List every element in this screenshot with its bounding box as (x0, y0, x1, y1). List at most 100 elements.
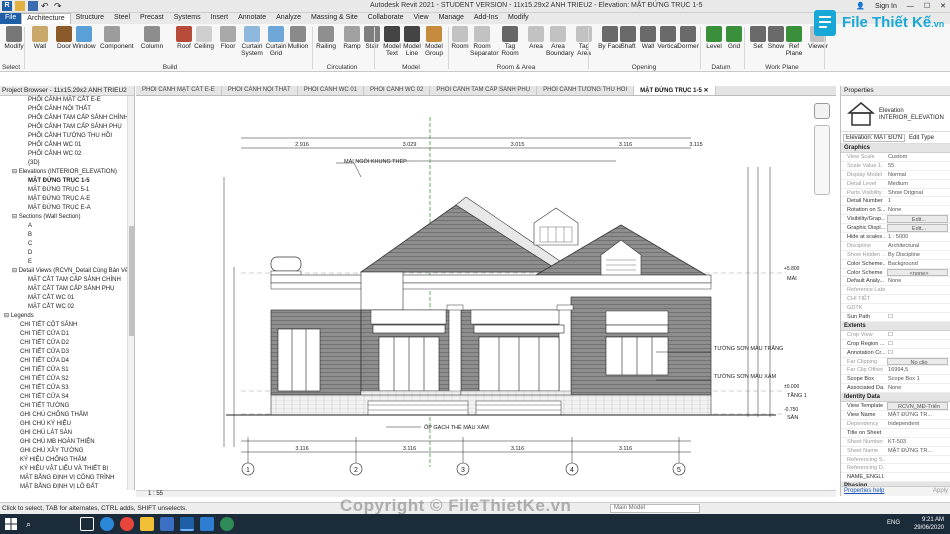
browser-item[interactable]: MẶT CẮT TAM CẤP SẢNH CHÍNH (0, 276, 134, 285)
file-explorer-icon[interactable] (140, 517, 154, 531)
property-row[interactable]: Show Hidden ... By Discipline (841, 251, 950, 260)
property-edit-button[interactable]: No clip (887, 357, 948, 366)
type-selector[interactable]: Elevation INTERIOR_ELEVATION (841, 96, 950, 132)
property-value[interactable]: KT-503 (885, 438, 950, 446)
redo-icon[interactable]: ↷ (54, 1, 64, 11)
instance-filter[interactable]: Elevation: MẶT ĐỨN Edit Type (841, 132, 950, 144)
tool-component-button[interactable]: Component (100, 26, 134, 50)
tool-area-button[interactable]: Area (524, 26, 548, 50)
close-icon[interactable]: ✕ (940, 2, 946, 10)
browser-item[interactable]: GHI CHÚ LÁT SÀN (0, 429, 134, 438)
property-row[interactable]: Rotation on S... None (841, 206, 950, 216)
browser-item[interactable]: GHI CHÚ CHỐNG THẤM (0, 411, 134, 420)
tool-area-boundary-button[interactable]: Area Boundary (546, 26, 574, 57)
view-tab[interactable]: PHỐI CẢNH WC 01 (298, 86, 365, 95)
tool-wall-button[interactable]: Wall (28, 26, 52, 50)
ribbon-tab-systems[interactable]: Systems (169, 13, 206, 24)
browser-item[interactable]: GHI CHÚ XÂY TƯỜNG (0, 447, 134, 456)
browser-item[interactable]: PHỐI CẢNH NỘI THẤT (0, 105, 134, 114)
property-value[interactable]: Scope Box 1 (885, 375, 950, 383)
property-row[interactable]: Default Analy... None (841, 277, 950, 287)
property-row[interactable]: Title on Sheet (841, 429, 950, 438)
view-tab[interactable]: PHỐI CẢNH WC 02 (364, 86, 431, 95)
open-icon[interactable] (15, 1, 25, 11)
property-row[interactable]: GDTK (841, 304, 950, 314)
browser-item[interactable]: {3D} (0, 159, 134, 168)
property-value[interactable] (885, 304, 950, 312)
property-edit-button[interactable]: <none> (887, 268, 948, 277)
property-row[interactable]: Scale Value 1: 55 (841, 162, 950, 171)
browser-item[interactable]: C (0, 240, 134, 249)
property-row[interactable]: Color Scheme... Background (841, 260, 950, 269)
tool-ref-plane-button[interactable]: Ref Plane (782, 26, 806, 57)
expand-toggle-icon[interactable]: ⊟ (12, 268, 19, 274)
photos-icon[interactable] (200, 517, 214, 531)
ribbon-tab-insert[interactable]: Insert (206, 13, 234, 24)
property-row[interactable]: Discipline Architectural (841, 242, 950, 251)
browser-item[interactable]: CHI TIẾT CỘT SẢNH (0, 321, 134, 330)
tool-column-button[interactable]: Column (140, 26, 164, 50)
browser-item[interactable]: CHI TIẾT CỬA D1 (0, 330, 134, 339)
browser-item[interactable]: PHỐI CẢNH TƯỜNG THU HỒI (0, 132, 134, 141)
ribbon-tab-add-ins[interactable]: Add-Ins (469, 13, 503, 24)
ribbon-tab-modify[interactable]: Modify (503, 13, 534, 24)
level-1-label[interactable]: TẦNG 1 (787, 392, 807, 399)
browser-item[interactable]: ⊟ Elevations (INTERIOR_ELEVATION) (0, 168, 134, 177)
property-row[interactable]: Display Model Normal (841, 171, 950, 180)
property-value[interactable]: ☐ (885, 349, 950, 357)
view-tab[interactable]: PHỐI CẢNH NỘI THẤT (222, 86, 298, 95)
property-value[interactable] (885, 456, 950, 464)
ribbon-tab-steel[interactable]: Steel (109, 13, 135, 24)
property-value[interactable]: Medium (885, 180, 950, 188)
browser-item[interactable]: CHI TIẾT CỬA S1 (0, 366, 134, 375)
property-value[interactable]: Normal (885, 171, 950, 179)
property-value[interactable]: ☐ (885, 331, 950, 339)
property-row[interactable]: Sheet Name MẶT ĐỨNG TR... (841, 447, 950, 456)
browser-item[interactable]: PHỐI CẢNH WC 02 (0, 150, 134, 159)
browser-item[interactable]: PHỐI CẢNH TAM CẤP SẢNH CHÍNH (0, 114, 134, 123)
browser-item[interactable]: MẶT ĐỨNG TRỤC A-E (0, 195, 134, 204)
maximize-icon[interactable]: ☐ (924, 2, 930, 10)
drawing-canvas[interactable]: 2.916 3.029 3.015 3.116 3.115 3.116 3.11… (136, 97, 836, 490)
browser-item[interactable]: MẶT ĐỨNG TRỤC 1-5 (0, 177, 134, 186)
browser-item[interactable]: ⊟ Sections (Wall Section) (0, 213, 134, 222)
app-icon[interactable] (220, 517, 234, 531)
browser-item[interactable]: MẶT ĐỨNG TRỤC 5-1 (0, 186, 134, 195)
browser-item[interactable]: PHỐI CẢNH TAM CẤP SẢNH PHỤ (0, 123, 134, 132)
property-row[interactable]: Annotation Cr... ☐ (841, 349, 950, 358)
property-value[interactable]: None (885, 384, 950, 392)
input-language[interactable]: ENG (887, 520, 900, 526)
view-tab[interactable]: PHỐI CẢNH TƯỜNG THU HỒI (537, 86, 635, 95)
browser-item[interactable]: MẶT BẰNG ĐỊNH VỊ LÔ ĐẤT (0, 483, 134, 490)
browser-item[interactable]: CHI TIẾT CỬA D4 (0, 357, 134, 366)
browser-item[interactable]: CHI TIẾT CỬA S3 (0, 384, 134, 393)
edge-icon[interactable] (100, 517, 114, 531)
property-row[interactable]: Color Scheme <none> (841, 268, 950, 278)
browser-item[interactable]: GHI CHÚ KÝ HIỆU (0, 420, 134, 429)
label-tile[interactable]: ỐP GẠCH THẺ MÀU XÁM (424, 424, 489, 431)
view-tab[interactable]: PHỐI CẢNH TAM CẤP SẢNH PHỤ (430, 86, 538, 95)
ribbon-tab-structure[interactable]: Structure (71, 13, 109, 24)
browser-item[interactable]: B (0, 231, 134, 240)
browser-item[interactable]: CHI TIẾT CỬA D2 (0, 339, 134, 348)
property-value[interactable]: 1 : 5000 (885, 233, 950, 241)
ribbon-tab-view[interactable]: View (409, 13, 434, 24)
browser-item[interactable]: CHI TIẾT CỬA S4 (0, 393, 134, 402)
property-section-identity-data[interactable]: Identity Data (841, 393, 950, 403)
property-value[interactable]: Architectural (885, 242, 950, 250)
label-roof-note[interactable]: MÁI NGÓI KHUNG THÉP (344, 158, 407, 165)
project-browser-scrollbar[interactable] (127, 96, 134, 490)
property-value[interactable] (885, 473, 950, 481)
tool-tag-room-button[interactable]: Tag Room (498, 26, 522, 57)
chrome-icon[interactable] (120, 517, 134, 531)
property-row[interactable]: Hide at scales ... 1 : 5000 (841, 233, 950, 242)
tool-ceiling-button[interactable]: Ceiling (192, 26, 216, 50)
property-value[interactable]: None (885, 277, 950, 285)
label-paint-white[interactable]: TƯỜNG SƠN MÀU TRẮNG (714, 344, 783, 352)
tool-room-separator-button[interactable]: Room Separator (470, 26, 499, 57)
property-edit-button[interactable]: Edit... (887, 224, 948, 233)
property-value[interactable]: ☐ (885, 313, 950, 321)
browser-item[interactable]: MẶT CẮT WC 02 (0, 303, 134, 312)
property-row[interactable]: Far Clip Offset 16994,5 (841, 366, 950, 376)
browser-item[interactable]: MẶT CẮT TAM CẤP SẢNH PHỤ (0, 285, 134, 294)
